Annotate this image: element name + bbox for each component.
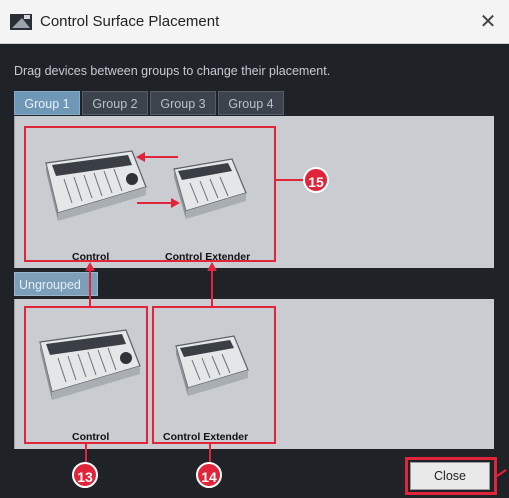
ungrouped-tab[interactable]: Ungrouped (14, 272, 98, 296)
close-button[interactable]: Close (410, 462, 490, 490)
instruction-text: Drag devices between groups to change th… (14, 64, 331, 78)
annotation-box-extender (152, 306, 276, 444)
window-title: Control Surface Placement (40, 13, 220, 30)
annotation-box-group (24, 126, 276, 262)
annotation-box-control (24, 306, 148, 444)
badge-15: 15 (303, 167, 329, 193)
app-icon (10, 14, 32, 30)
tab-group-4[interactable]: Group 4 (218, 91, 284, 115)
badge-14: 14 (196, 462, 222, 488)
control-surface-placement-dialog: Control Surface Placement ✕ Drag devices… (0, 0, 509, 498)
tab-group-1[interactable]: Group 1 (14, 91, 80, 115)
tab-group-3[interactable]: Group 3 (150, 91, 216, 115)
tab-group-2[interactable]: Group 2 (82, 91, 148, 115)
badge-13: 13 (72, 462, 98, 488)
title-bar: Control Surface Placement ✕ (0, 0, 509, 44)
close-icon[interactable]: ✕ (474, 8, 502, 36)
